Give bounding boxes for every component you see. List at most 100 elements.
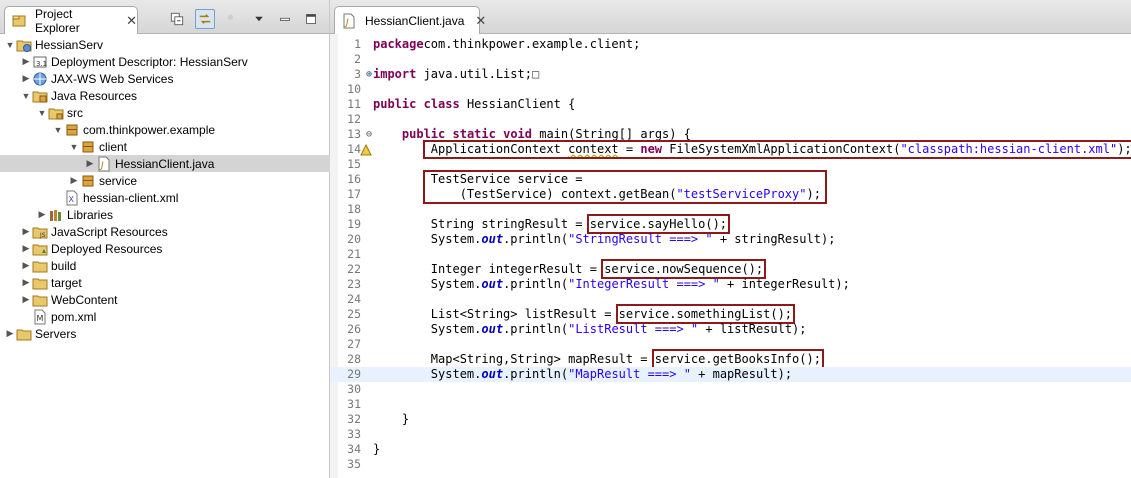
expanded-arrow-icon[interactable]: ▼ — [20, 87, 32, 104]
collapsed-arrow-icon[interactable]: ▶ — [20, 240, 32, 257]
tree-item[interactable]: ▶ 3.1 Deployment Descriptor: HessianServ — [0, 53, 330, 70]
warning-icon[interactable] — [360, 143, 372, 156]
libraries-icon — [48, 207, 64, 223]
keyword-token: public — [401, 127, 446, 141]
line-number: 23 — [347, 277, 361, 291]
code-line[interactable]: 26 System.out.println("ListResult ===> "… — [330, 322, 1131, 337]
code-line[interactable]: 3 ⊕ import java.util.List;□ — [330, 67, 1131, 82]
code-token: + mapResult); — [690, 367, 793, 381]
code-line[interactable]: 19 String stringResult = service.sayHell… — [330, 214, 1131, 234]
string-literal: "MapResult ===> " — [568, 367, 691, 381]
code-line[interactable]: 29 System.out.println("MapResult ===> " … — [330, 367, 1131, 382]
tree-item[interactable]: ▼ Java Resources — [0, 87, 330, 104]
expanded-arrow-icon[interactable]: ▼ — [68, 138, 80, 155]
code-line[interactable]: 25 List<String> listResult = service.som… — [330, 304, 1131, 324]
code-line[interactable]: 28 Map<String,String> mapResult = servic… — [330, 349, 1131, 369]
code-text: packagecom.thinkpower.example.client; — [373, 37, 640, 52]
code-token: } — [373, 412, 410, 426]
code-line[interactable]: 33 — [330, 427, 1131, 442]
tree-item[interactable]: ▶ target — [0, 274, 330, 291]
maximize-icon[interactable] — [303, 11, 319, 27]
code-area[interactable]: 1 packagecom.thinkpower.example.client; 2 3… — [330, 37, 1131, 472]
collapse-all-icon[interactable] — [169, 11, 185, 27]
collapsed-arrow-icon[interactable]: ▶ — [20, 53, 32, 70]
keyword-token: void — [503, 127, 532, 141]
tree-item[interactable]: ▼ com.thinkpower.example — [0, 121, 330, 138]
tab-hessianclient-java[interactable]: J HessianClient.java ✕ — [334, 6, 486, 34]
tree-item[interactable]: ▶ J HessianClient.java — [0, 155, 330, 172]
code-line[interactable]: 1 packagecom.thinkpower.example.client; — [330, 37, 1131, 52]
code-line[interactable]: 23 System.out.println("IntegerResult ===… — [330, 277, 1131, 292]
filter-icon[interactable] — [225, 11, 241, 27]
collapsed-arrow-icon[interactable]: ▶ — [20, 257, 32, 274]
code-line[interactable]: 11 public class HessianClient { — [330, 97, 1131, 112]
expanded-arrow-icon[interactable]: ▼ — [4, 36, 16, 53]
line-number: 35 — [347, 457, 361, 471]
code-line[interactable]: 20 System.out.println("StringResult ===>… — [330, 232, 1131, 247]
string-literal: "StringResult ===> " — [568, 232, 713, 246]
line-number: 22 — [347, 262, 361, 276]
tree-item[interactable]: ▶ Libraries — [0, 206, 330, 223]
expanded-arrow-icon[interactable]: ▼ — [52, 121, 64, 138]
line-number: 2 — [354, 52, 361, 66]
link-with-editor-icon[interactable] — [195, 9, 215, 29]
code-line[interactable]: 18 — [330, 202, 1131, 217]
line-number: 34 — [347, 442, 361, 456]
tree-item[interactable]: Xhessian-client.xml — [0, 189, 330, 206]
collapsed-arrow-icon[interactable]: ▶ — [20, 291, 32, 308]
folder-icon — [16, 326, 32, 342]
tree-item[interactable]: ▼ src — [0, 104, 330, 121]
minimize-icon[interactable] — [277, 11, 293, 27]
tree-item[interactable]: ▶ JAX-WS Web Services — [0, 70, 330, 87]
tab-project-explorer[interactable]: Project Explorer ✕ — [4, 6, 138, 35]
expanded-arrow-icon[interactable]: ▼ — [36, 104, 48, 121]
code-token: System. — [373, 277, 482, 291]
collapsed-arrow-icon[interactable]: ▶ — [20, 223, 32, 240]
tree-item[interactable]: ▶ Servers — [0, 325, 330, 342]
view-menu-icon[interactable] — [251, 11, 267, 27]
code-line[interactable]: 24 — [330, 292, 1131, 307]
explorer-toolbar — [169, 9, 319, 29]
code-line[interactable]: 30 — [330, 382, 1131, 397]
code-line[interactable]: 27 — [330, 337, 1131, 352]
code-token: } — [373, 442, 381, 456]
line-number: 25 — [347, 307, 361, 321]
tree-item[interactable]: ▶ WebContent — [0, 291, 330, 308]
collapsed-arrow-icon[interactable]: ▶ — [68, 172, 80, 189]
code-line[interactable]: 21 — [330, 247, 1131, 262]
tree-item[interactable]: ▶ JS JavaScript Resources — [0, 223, 330, 240]
line-number: 10 — [347, 82, 361, 96]
collapsed-arrow-icon[interactable]: ▶ — [36, 206, 48, 223]
highlighted-service-call: service.getBooksInfo(); — [651, 349, 824, 369]
collapsed-arrow-icon[interactable]: ▶ — [4, 325, 16, 342]
collapsed-arrow-icon[interactable]: ▶ — [84, 155, 96, 172]
line-number: 28 — [347, 352, 361, 366]
collapsed-arrow-icon[interactable]: ▶ — [20, 274, 32, 291]
close-icon[interactable]: ✕ — [475, 13, 486, 29]
keyword-token: import — [373, 67, 417, 81]
tree-item[interactable]: ▼ HessianServ — [0, 36, 330, 53]
collapsed-arrow-icon[interactable]: ▶ — [20, 70, 32, 87]
code-line[interactable]: 10 — [330, 82, 1131, 97]
close-icon[interactable]: ✕ — [126, 13, 137, 29]
code-line[interactable]: 32 } — [330, 412, 1131, 427]
code-line[interactable]: 34} — [330, 442, 1131, 457]
code-line[interactable]: 12 — [330, 112, 1131, 127]
code-line[interactable]: 31 — [330, 397, 1131, 412]
code-token: .println( — [503, 232, 569, 246]
code-line[interactable]: 22 Integer integerResult = service.nowSe… — [330, 259, 1131, 279]
tree-item[interactable]: ▼ client — [0, 138, 330, 155]
line-number: 3 — [354, 67, 361, 81]
tree-item[interactable]: ▶ build — [0, 257, 330, 274]
tree-item[interactable]: ▶ service — [0, 172, 330, 189]
project-explorer-icon — [11, 13, 27, 29]
deployed-resources-icon — [32, 241, 48, 257]
code-text: Integer integerResult = service.nowSeque… — [373, 259, 767, 279]
tree-item[interactable]: ▶ Deployed Resources — [0, 240, 330, 257]
line-number: 27 — [347, 337, 361, 351]
tree-item[interactable]: Mpom.xml — [0, 308, 330, 325]
code-text: public class HessianClient { — [373, 97, 575, 112]
code-line[interactable]: 35 — [330, 457, 1131, 472]
tree-item-label: JAX-WS Web Services — [51, 71, 174, 86]
code-line[interactable]: 2 — [330, 52, 1131, 67]
